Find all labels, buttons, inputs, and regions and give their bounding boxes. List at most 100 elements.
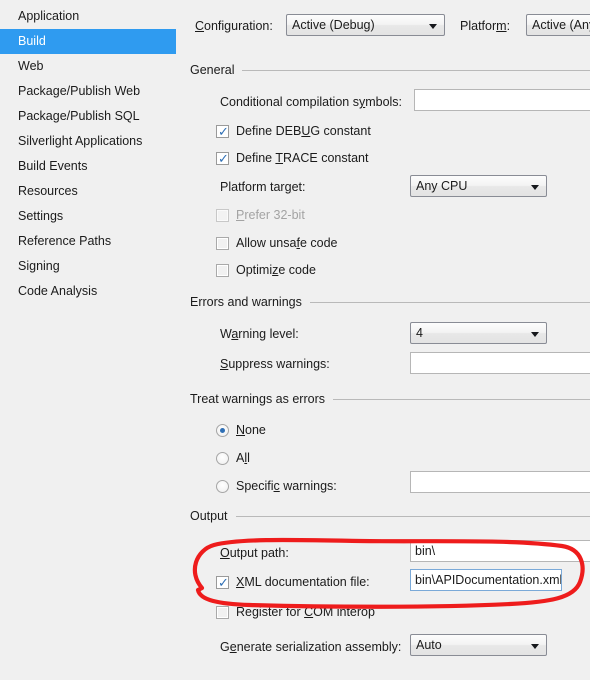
- sidebar-item-label: Resources: [18, 184, 78, 198]
- configuration-value: Active (Debug): [292, 18, 375, 32]
- build-settings-pane: Configuration: Active (Debug) Platform: …: [176, 0, 590, 680]
- section-output: Output: [190, 508, 590, 524]
- radio-icon[interactable]: [216, 451, 229, 465]
- section-general: General: [190, 62, 590, 78]
- sidebar-item-web[interactable]: Web: [0, 54, 176, 79]
- sidebar-item-label: Silverlight Applications: [18, 134, 143, 148]
- sidebar-item-label: Build Events: [18, 159, 88, 173]
- define-debug-checkbox-row[interactable]: ✓ Define DEBUG constant: [216, 122, 371, 140]
- checkbox-icon: [216, 208, 229, 222]
- check-icon: ✓: [218, 123, 229, 139]
- platform-target-label: Platform target:: [220, 180, 306, 194]
- radio-specific-row[interactable]: Specific warnings:: [216, 477, 337, 495]
- checkbox-icon[interactable]: ✓: [216, 123, 229, 139]
- optimize-code-label: Optimize code: [236, 263, 316, 277]
- xml-documentation-label: XML documentation file:: [236, 575, 370, 589]
- sidebar-item-label: Build: [18, 34, 46, 48]
- sidebar-item-settings[interactable]: Settings: [0, 204, 176, 229]
- platform-dropdown[interactable]: Active (Any: [526, 14, 590, 36]
- sidebar-item-package-publish-sql[interactable]: Package/Publish SQL: [0, 104, 176, 129]
- section-title: Output: [190, 509, 228, 523]
- sidebar-item-silverlight-applications[interactable]: Silverlight Applications: [0, 129, 176, 154]
- sidebar-item-label: Reference Paths: [18, 234, 112, 248]
- suppress-warnings-label: Suppress warnings:: [220, 357, 330, 371]
- radio-all-label: All: [236, 451, 250, 465]
- check-icon: ✓: [218, 574, 229, 590]
- configuration-label: Configuration:: [195, 19, 273, 33]
- sidebar-item-label: Application: [18, 9, 80, 23]
- chevron-down-icon: [531, 644, 539, 649]
- sidebar-item-label: Code Analysis: [18, 284, 98, 298]
- radio-specific-label: Specific warnings:: [236, 479, 337, 493]
- define-trace-label: Define TRACE constant: [236, 151, 369, 165]
- radio-icon[interactable]: [216, 423, 229, 437]
- serialization-assembly-label: Generate serialization assembly:: [220, 640, 402, 654]
- section-divider: [235, 515, 590, 517]
- check-icon: ✓: [218, 150, 229, 166]
- conditional-symbols-label: Conditional compilation symbols:: [220, 95, 403, 109]
- section-title: General: [190, 63, 235, 77]
- sidebar-item-label: Package/Publish Web: [18, 84, 141, 98]
- chevron-down-icon: [531, 185, 539, 190]
- serialization-assembly-dropdown[interactable]: Auto: [410, 634, 547, 656]
- sidebar-item-label: Package/Publish SQL: [18, 109, 140, 123]
- sidebar-item-build[interactable]: Build: [0, 29, 205, 54]
- serialization-assembly-value: Auto: [416, 638, 442, 652]
- warning-level-label: Warning level:: [220, 327, 299, 341]
- output-path-label: Output path:: [220, 546, 289, 560]
- platform-target-dropdown[interactable]: Any CPU: [410, 175, 547, 197]
- sidebar-item-label: Web: [18, 59, 44, 73]
- define-debug-label: Define DEBUG constant: [236, 124, 371, 138]
- allow-unsafe-label: Allow unsafe code: [236, 236, 338, 250]
- xml-documentation-input[interactable]: bin\APIDocumentation.xml: [410, 569, 562, 591]
- section-treat-warnings-as-errors: Treat warnings as errors: [190, 391, 590, 407]
- sidebar-item-application[interactable]: Application: [0, 4, 176, 29]
- xml-documentation-checkbox-row[interactable]: ✓ XML documentation file:: [216, 573, 370, 591]
- checkbox-icon[interactable]: [216, 263, 229, 277]
- section-errors-and-warnings: Errors and warnings: [190, 294, 590, 310]
- platform-value: Active (Any: [532, 18, 590, 32]
- optimize-code-checkbox-row[interactable]: Optimize code: [216, 261, 316, 279]
- checkbox-icon[interactable]: [216, 236, 229, 250]
- radio-none-label: None: [236, 423, 266, 437]
- output-path-input[interactable]: bin\: [410, 540, 590, 562]
- xml-documentation-value: bin\APIDocumentation.xml: [415, 573, 562, 587]
- sidebar-item-package-publish-web[interactable]: Package/Publish Web: [0, 79, 176, 104]
- warning-level-dropdown[interactable]: 4: [410, 322, 547, 344]
- project-properties-window: Application Build Web Package/Publish We…: [0, 0, 590, 680]
- warning-level-value: 4: [416, 326, 423, 340]
- radio-dot-icon: [220, 427, 225, 433]
- chevron-down-icon: [429, 24, 437, 29]
- configuration-dropdown[interactable]: Active (Debug): [286, 14, 445, 36]
- suppress-warnings-input[interactable]: [410, 352, 590, 374]
- checkbox-icon[interactable]: ✓: [216, 574, 229, 590]
- chevron-down-icon: [531, 332, 539, 337]
- section-title: Treat warnings as errors: [190, 392, 325, 406]
- sidebar-item-code-analysis[interactable]: Code Analysis: [0, 279, 176, 304]
- section-title: Errors and warnings: [190, 295, 302, 309]
- section-divider: [309, 301, 590, 303]
- sidebar: Application Build Web Package/Publish We…: [0, 0, 205, 680]
- checkbox-icon[interactable]: [216, 605, 229, 619]
- section-divider: [242, 69, 590, 71]
- sidebar-item-build-events[interactable]: Build Events: [0, 154, 176, 179]
- specific-warnings-input[interactable]: [410, 471, 590, 493]
- register-com-label: Register for COM interop: [236, 605, 375, 619]
- sidebar-item-signing[interactable]: Signing: [0, 254, 176, 279]
- sidebar-item-resources[interactable]: Resources: [0, 179, 176, 204]
- checkbox-icon[interactable]: ✓: [216, 150, 229, 166]
- sidebar-item-reference-paths[interactable]: Reference Paths: [0, 229, 176, 254]
- radio-all-row[interactable]: All: [216, 449, 250, 467]
- sidebar-item-label: Settings: [18, 209, 64, 223]
- platform-target-value: Any CPU: [416, 179, 468, 193]
- allow-unsafe-checkbox-row[interactable]: Allow unsafe code: [216, 234, 337, 252]
- conditional-symbols-input[interactable]: [414, 89, 590, 111]
- platform-label: Platform:: [460, 19, 511, 33]
- section-divider: [333, 398, 590, 400]
- define-trace-checkbox-row[interactable]: ✓ Define TRACE constant: [216, 149, 369, 167]
- radio-icon[interactable]: [216, 479, 229, 493]
- radio-none-row[interactable]: None: [216, 421, 266, 439]
- output-path-value: bin\: [415, 544, 436, 558]
- register-com-checkbox-row[interactable]: Register for COM interop: [216, 603, 375, 621]
- sidebar-item-label: Signing: [18, 259, 60, 273]
